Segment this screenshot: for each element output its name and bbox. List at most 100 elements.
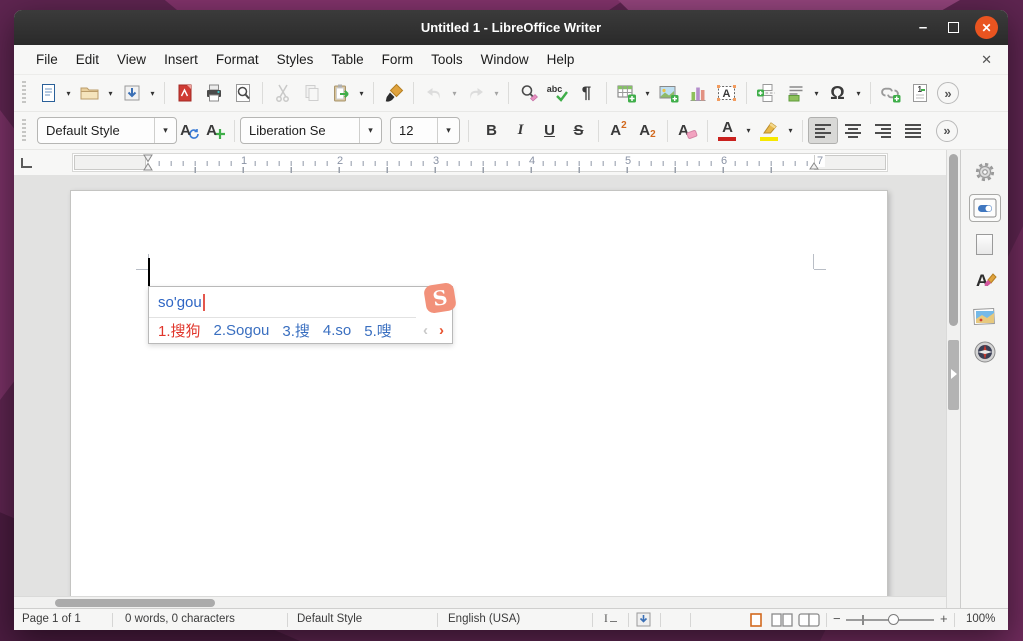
print-preview-button[interactable] — [228, 80, 257, 107]
chevron-down-icon[interactable]: ▾ — [437, 118, 459, 143]
insert-table-dropdown[interactable]: ▾ — [641, 80, 654, 107]
document-page[interactable]: so'gou 1.搜狗 2.Sogou 3.搜 4.so 5.嗖 ‹ › S — [70, 190, 888, 596]
close-button[interactable]: ✕ — [975, 16, 998, 39]
close-document-icon[interactable]: ✕ — [977, 52, 996, 68]
new-document-button[interactable] — [33, 80, 62, 107]
insert-table-button[interactable] — [612, 80, 641, 107]
zoom-in-button[interactable]: + — [940, 611, 948, 626]
vertical-scrollbar[interactable] — [946, 150, 960, 608]
spelling-button[interactable]: abc — [543, 80, 572, 107]
export-pdf-button[interactable] — [170, 80, 199, 107]
save-dropdown[interactable]: ▾ — [146, 80, 159, 107]
insert-hyperlink-button[interactable] — [876, 80, 905, 107]
ime-candidate-1[interactable]: 1.搜狗 — [158, 320, 201, 341]
align-right-button[interactable] — [868, 117, 898, 144]
special-character-dropdown[interactable]: ▾ — [852, 80, 865, 107]
new-document-dropdown[interactable]: ▾ — [62, 80, 75, 107]
menu-styles[interactable]: Styles — [268, 48, 323, 71]
cut-button[interactable] — [268, 80, 297, 107]
status-paragraph-style[interactable]: Default Style — [297, 613, 362, 625]
font-color-button[interactable]: A — [713, 117, 742, 144]
toolbar-grip[interactable] — [20, 81, 29, 105]
superscript-button[interactable]: A2 — [604, 117, 633, 144]
sidebar-page-button[interactable] — [969, 230, 1001, 258]
sidebar-navigator-button[interactable] — [969, 338, 1001, 366]
find-replace-button[interactable] — [514, 80, 543, 107]
undo-button[interactable] — [419, 80, 448, 107]
paragraph-style-combobox[interactable]: Default Style ▾ — [37, 117, 177, 144]
bold-button[interactable]: B — [477, 117, 506, 144]
italic-button[interactable]: I — [506, 117, 535, 144]
open-dropdown[interactable]: ▾ — [104, 80, 117, 107]
insert-footnote-button[interactable]: 1 — [905, 80, 934, 107]
menu-help[interactable]: Help — [538, 48, 584, 71]
toolbar-overflow-button[interactable]: » — [936, 119, 958, 142]
new-style-button[interactable]: A — [203, 117, 229, 144]
menu-tools[interactable]: Tools — [422, 48, 472, 71]
align-center-button[interactable] — [838, 117, 868, 144]
ime-next-page-icon[interactable]: › — [439, 322, 444, 339]
toolbar-overflow-button[interactable]: » — [937, 82, 959, 104]
chevron-down-icon[interactable]: ▾ — [359, 118, 381, 143]
maximize-button[interactable] — [948, 22, 959, 33]
redo-button[interactable] — [461, 80, 490, 107]
align-justify-button[interactable] — [898, 117, 928, 144]
underline-button[interactable]: U — [535, 117, 564, 144]
status-language[interactable]: English (USA) — [448, 613, 520, 625]
zoom-out-button[interactable]: − — [833, 611, 841, 626]
sidebar-toggle-grip[interactable] — [948, 340, 959, 410]
status-save-indicator[interactable] — [636, 612, 651, 630]
insert-image-button[interactable] — [654, 80, 683, 107]
menu-view[interactable]: View — [108, 48, 155, 71]
print-button[interactable] — [199, 80, 228, 107]
formatting-marks-button[interactable]: ¶ — [572, 80, 601, 107]
menu-file[interactable]: File — [27, 48, 67, 71]
ime-prev-page-icon[interactable]: ‹ — [423, 322, 428, 339]
insert-field-dropdown[interactable]: ▾ — [810, 80, 823, 107]
status-word-count[interactable]: 0 words, 0 characters — [125, 613, 235, 625]
ime-candidate-4[interactable]: 4.so — [323, 322, 351, 339]
open-button[interactable] — [75, 80, 104, 107]
clone-formatting-button[interactable] — [379, 80, 408, 107]
menu-form[interactable]: Form — [373, 48, 423, 71]
insert-special-character-button[interactable]: Ω — [823, 80, 852, 107]
menu-table[interactable]: Table — [322, 48, 372, 71]
vertical-scrollbar-thumb[interactable] — [949, 154, 958, 326]
zoom-slider[interactable] — [846, 614, 934, 625]
insert-chart-button[interactable] — [683, 80, 712, 107]
indent-marker[interactable] — [143, 154, 153, 171]
sidebar-styles-button[interactable]: A — [969, 266, 1001, 294]
clear-formatting-button[interactable]: A — [673, 117, 702, 144]
right-indent-marker[interactable] — [809, 162, 819, 170]
zoom-level[interactable]: 100% — [966, 613, 995, 625]
status-page-count[interactable]: Page 1 of 1 — [22, 613, 81, 625]
tab-stop-selector[interactable] — [21, 158, 32, 168]
paste-button[interactable] — [326, 80, 355, 107]
highlight-color-button[interactable] — [755, 117, 784, 144]
view-multi-page-button[interactable] — [771, 613, 793, 630]
toolbar-grip[interactable] — [20, 118, 29, 143]
zoom-slider-thumb[interactable] — [888, 614, 899, 625]
font-color-dropdown[interactable]: ▾ — [742, 117, 755, 144]
chevron-down-icon[interactable]: ▾ — [154, 118, 176, 143]
menu-window[interactable]: Window — [472, 48, 538, 71]
ime-candidate-3[interactable]: 3.搜 — [282, 320, 310, 341]
horizontal-scrollbar[interactable] — [14, 596, 946, 608]
minimize-button[interactable]: – — [914, 20, 932, 35]
paste-dropdown[interactable]: ▾ — [355, 80, 368, 107]
redo-dropdown[interactable]: ▾ — [490, 80, 503, 107]
copy-button[interactable] — [297, 80, 326, 107]
menu-insert[interactable]: Insert — [155, 48, 207, 71]
font-name-combobox[interactable]: Liberation Se ▾ — [240, 117, 382, 144]
ime-candidate-2[interactable]: 2.Sogou — [214, 322, 270, 339]
horizontal-ruler[interactable]: 1 2 3 4 5 6 7 — [72, 153, 888, 173]
horizontal-scrollbar-thumb[interactable] — [55, 599, 215, 607]
align-left-button[interactable] — [808, 117, 838, 144]
undo-dropdown[interactable]: ▾ — [448, 80, 461, 107]
ime-candidate-5[interactable]: 5.嗖 — [364, 320, 392, 341]
insert-page-break-button[interactable] — [752, 80, 781, 107]
highlight-color-dropdown[interactable]: ▾ — [784, 117, 797, 144]
titlebar[interactable]: Untitled 1 - LibreOffice Writer – ✕ — [14, 10, 1008, 45]
insert-textbox-button[interactable]: A — [712, 80, 741, 107]
insert-field-button[interactable] — [781, 80, 810, 107]
